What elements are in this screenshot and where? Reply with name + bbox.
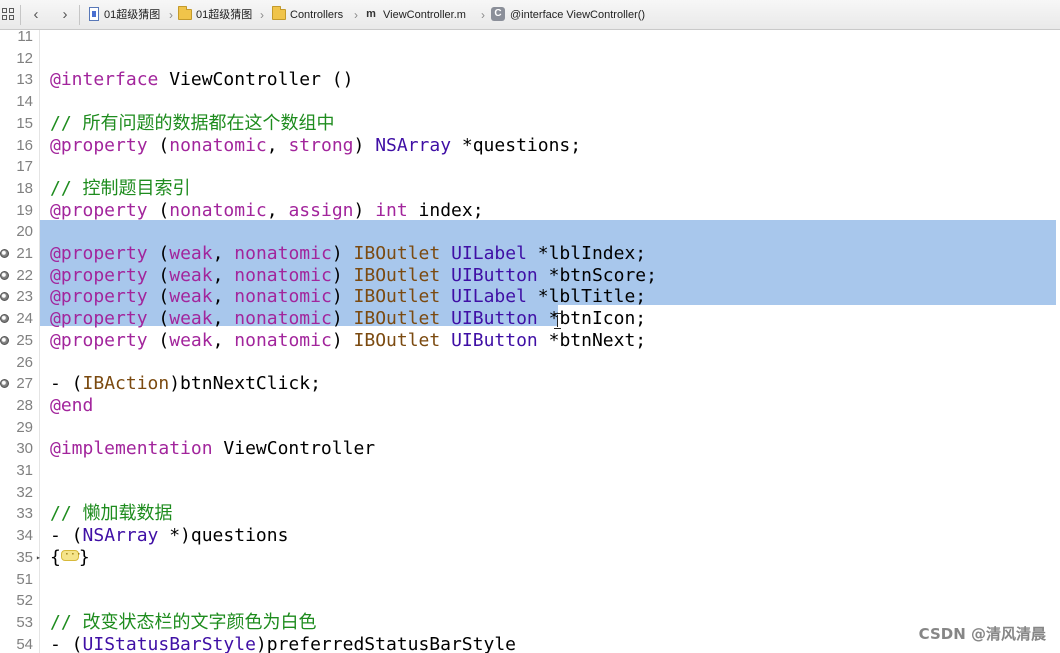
code-line[interactable]: - (IBAction)btnNextClick; <box>50 373 321 395</box>
code-line[interactable]: - (NSArray *)questions <box>50 525 288 547</box>
code-editor[interactable]: 11 12 13 14 15 16 17 18 19 20 21 22 23 24 25 26 27 28 29 30… <box>0 30 1060 653</box>
breadcrumb-item-project[interactable]: 01超级猜图 <box>104 0 160 30</box>
folder-icon <box>272 6 286 20</box>
code-line[interactable]: - (UIStatusBarStyle)preferredStatusBarSt… <box>50 634 516 653</box>
code-line[interactable]: {} <box>50 544 90 569</box>
line-number: 51 <box>16 570 33 588</box>
code-line[interactable]: @end <box>50 395 93 417</box>
line-number: 11 <box>17 30 33 45</box>
line-number: 16 <box>16 136 33 154</box>
code-line[interactable]: @property (weak, nonatomic) IBOutlet UIB… <box>50 265 657 287</box>
forward-button[interactable]: › <box>55 4 75 26</box>
code-line[interactable]: @interface ViewController () <box>50 69 353 91</box>
code-fold-arrow-icon[interactable]: ▸ <box>36 547 41 569</box>
code-line[interactable]: // 控制题目索引 <box>50 178 191 200</box>
line-number: 52 <box>16 592 33 610</box>
code-line[interactable]: // 所有问题的数据都在这个数组中 <box>50 113 335 135</box>
breadcrumb-item-file[interactable]: ViewController.m <box>383 0 466 30</box>
line-number: 15 <box>16 114 33 132</box>
line-number: 29 <box>16 418 33 436</box>
code-line[interactable]: @implementation ViewController <box>50 438 375 460</box>
line-number-gutter[interactable]: 11 12 13 14 15 16 17 18 19 20 21 22 23 24 25 26 27 28 29 30… <box>0 30 41 653</box>
class-icon: C <box>491 7 505 21</box>
line-number: 14 <box>16 93 33 111</box>
folder-icon <box>178 6 192 20</box>
line-number: 35 <box>16 548 33 566</box>
back-button[interactable]: ‹ <box>26 4 46 26</box>
line-number: 13 <box>16 71 33 89</box>
related-items-grid-icon[interactable] <box>2 8 14 20</box>
breadcrumb-item-controllers[interactable]: Controllers <box>290 0 343 30</box>
line-number: 28 <box>16 396 33 414</box>
breadcrumb-separator: › <box>481 8 485 22</box>
line-number: 20 <box>16 223 33 241</box>
outlet-connection-icon[interactable] <box>0 249 9 258</box>
breadcrumb-item-group[interactable]: 01超级猜图 <box>196 0 252 30</box>
divider <box>79 5 80 25</box>
breadcrumb-separator: › <box>260 8 264 22</box>
code-line[interactable]: @property (weak, nonatomic) IBOutlet UIL… <box>50 243 646 265</box>
watermark: CSDN @清风清晨 <box>918 625 1046 643</box>
breadcrumb-separator: › <box>354 8 358 22</box>
project-icon <box>89 7 99 21</box>
m-file-icon: m <box>366 8 376 20</box>
breadcrumb-separator: › <box>169 8 173 22</box>
line-number: 30 <box>16 440 33 458</box>
line-number: 54 <box>16 635 33 653</box>
line-number: 26 <box>16 353 33 371</box>
code-line[interactable]: @property (nonatomic, strong) NSArray *q… <box>50 135 581 157</box>
code-line[interactable]: // 改变状态栏的文字颜色为白色 <box>50 612 317 634</box>
line-number: 34 <box>16 527 33 545</box>
code-line[interactable]: @property (nonatomic, assign) int index; <box>50 200 484 222</box>
line-number: 32 <box>16 483 33 501</box>
line-number: 19 <box>16 201 33 219</box>
breadcrumb-item-symbol[interactable]: @interface ViewController() <box>510 0 645 30</box>
jump-bar: ‹ › 01超级猜图 › 01超级猜图 › Controllers › m Vi… <box>0 0 1060 30</box>
line-number: 18 <box>16 179 33 197</box>
code-line[interactable]: @property (weak, nonatomic) IBOutlet UIB… <box>50 330 646 352</box>
divider <box>20 5 21 25</box>
ibeam-cursor-icon <box>553 313 562 329</box>
line-number: 31 <box>16 462 33 479</box>
outlet-connection-icon[interactable] <box>0 270 9 280</box>
line-number: 17 <box>16 158 33 176</box>
code-line[interactable]: @property (weak, nonatomic) IBOutlet UIL… <box>50 286 646 308</box>
code-line[interactable]: // 懒加载数据 <box>50 503 173 525</box>
outlet-connection-icon[interactable] <box>0 335 9 345</box>
line-number: 53 <box>16 613 33 631</box>
line-number: 33 <box>16 505 33 523</box>
line-number: 12 <box>16 49 33 67</box>
